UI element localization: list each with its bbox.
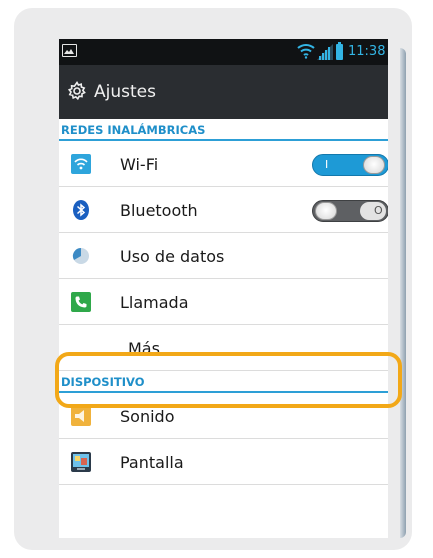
setting-item-call[interactable]: Llamada	[59, 279, 388, 325]
setting-item-wifi[interactable]: Wi-Fi I	[59, 141, 388, 187]
status-bar: 11:38	[59, 39, 388, 65]
image-notification-icon	[62, 44, 77, 57]
action-bar: Ajustes	[59, 65, 388, 119]
section-header-wireless: REDES INALÁMBRICAS	[59, 119, 388, 141]
setting-item-data-usage[interactable]: Uso de datos	[59, 233, 388, 279]
toggle-knob[interactable]	[363, 156, 385, 174]
data-usage-label: Uso de datos	[120, 247, 225, 266]
page-title: Ajustes	[94, 82, 156, 102]
data-usage-icon	[72, 247, 89, 264]
speaker-icon	[71, 406, 91, 426]
phone-screen: 11:38 Ajustes REDES INALÁMBRICAS Wi-Fi I	[59, 39, 388, 538]
signal-icon	[317, 44, 333, 60]
wifi-status-icon	[297, 44, 315, 59]
wifi-toggle[interactable]: I	[312, 154, 388, 176]
display-icon	[71, 452, 91, 472]
gear-icon	[67, 81, 86, 101]
bluetooth-icon	[73, 200, 89, 220]
status-time: 11:38	[348, 44, 386, 59]
phone-icon	[71, 292, 91, 312]
toggle-off-mark: O	[374, 204, 383, 217]
bluetooth-toggle[interactable]: O	[312, 200, 388, 222]
wifi-label: Wi-Fi	[120, 155, 159, 174]
toggle-knob[interactable]	[315, 202, 337, 220]
wifi-icon	[71, 154, 91, 174]
highlight-more-option	[55, 352, 402, 408]
setting-item-bluetooth[interactable]: Bluetooth O	[59, 187, 388, 233]
battery-icon	[336, 42, 343, 60]
display-label: Pantalla	[120, 453, 184, 472]
call-label: Llamada	[120, 293, 189, 312]
setting-item-display[interactable]: Pantalla	[59, 439, 388, 485]
toggle-on-mark: I	[325, 158, 329, 171]
sound-label: Sonido	[120, 407, 175, 426]
bluetooth-label: Bluetooth	[120, 201, 198, 220]
frame-edge	[400, 48, 406, 538]
